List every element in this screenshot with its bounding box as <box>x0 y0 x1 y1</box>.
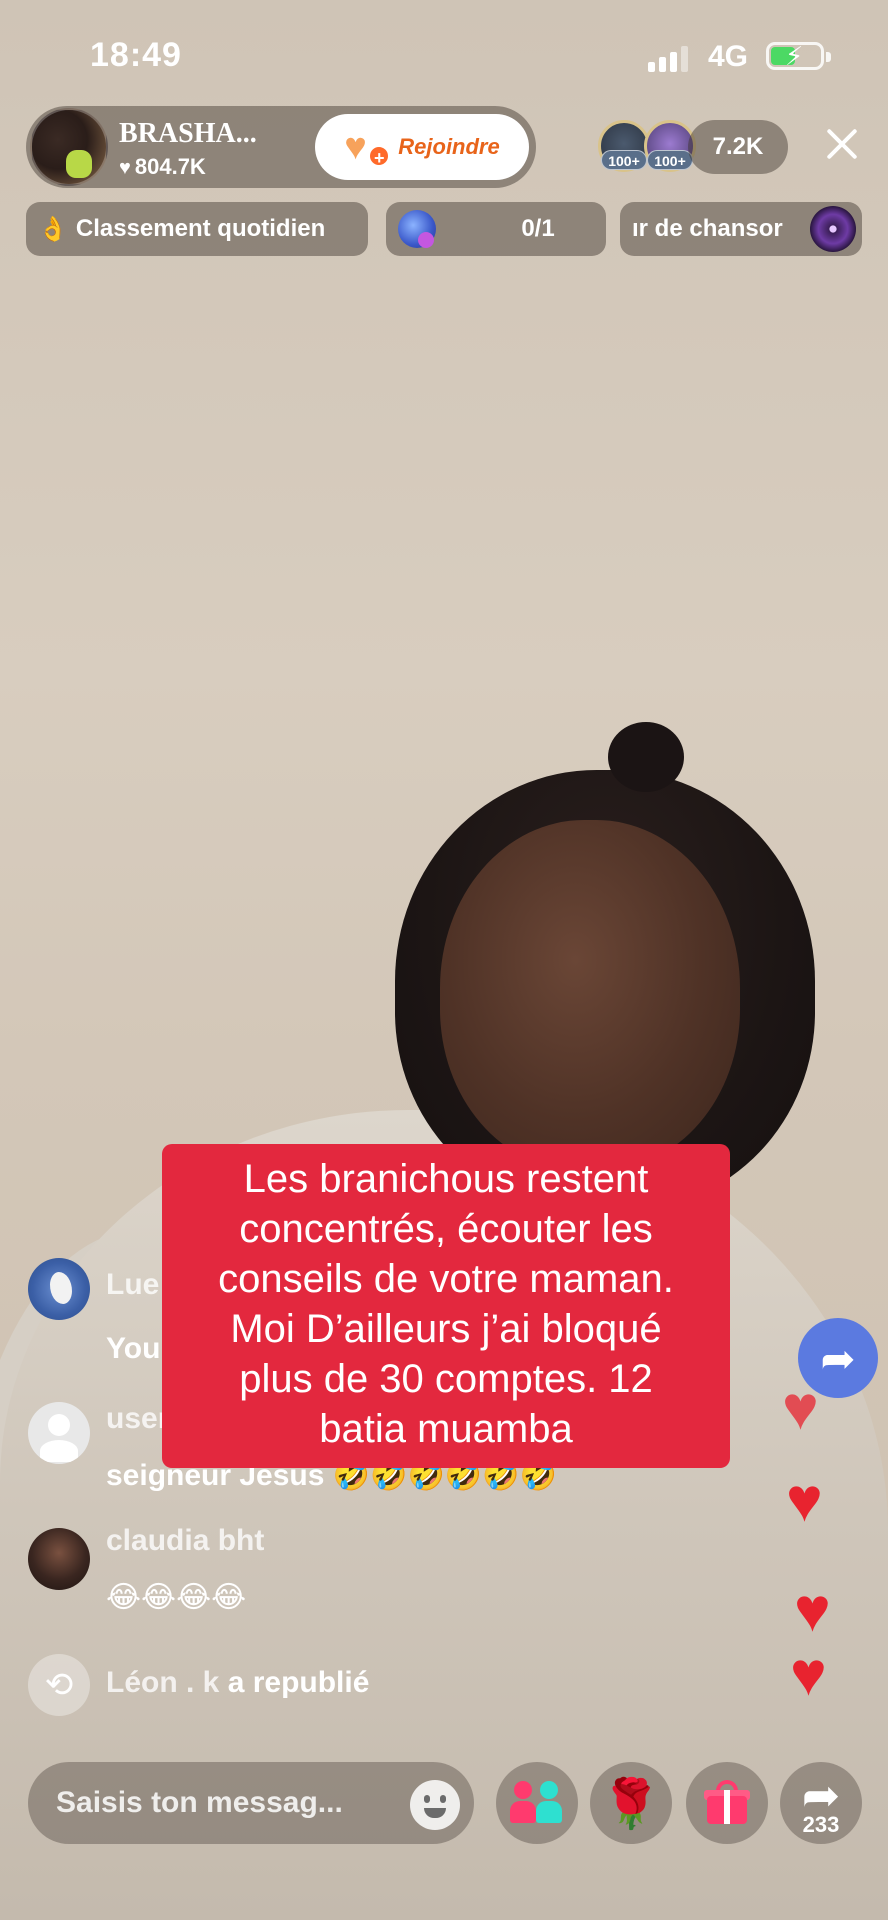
caption-overlay: Les branichous restent concentrés, écout… <box>162 1144 730 1468</box>
message-input[interactable] <box>28 1762 474 1844</box>
comment-avatar-2[interactable] <box>28 1402 90 1464</box>
join-label: Rejoindre <box>398 134 500 159</box>
caption-line-3: conseils de votre maman. <box>218 1257 674 1301</box>
rose-icon: 🌹 <box>601 1777 661 1831</box>
network-type: 4G <box>708 40 749 73</box>
fire-icon: 👌 <box>38 215 68 243</box>
daily-ranking-label: Classement quotidien <box>75 215 326 242</box>
gift-goal-progress: 0/1 <box>521 215 555 242</box>
repost-icon: ⟲ <box>28 1654 90 1716</box>
gift-box-icon <box>704 1780 750 1826</box>
viewer-count[interactable]: 7.2K <box>688 120 788 174</box>
floating-heart-icon: ♥ <box>790 1640 827 1709</box>
floating-heart-icon: ♥ <box>794 1576 831 1645</box>
host-avatar[interactable] <box>30 108 108 186</box>
repost-action: a republié <box>227 1666 370 1699</box>
song-request-label: ır de chansor <box>632 215 783 242</box>
join-button[interactable]: ♥ + Rejoindre <box>315 114 529 180</box>
gift-goal-chip[interactable]: 0/1 <box>386 202 606 256</box>
viewer-badge-2: 100+ <box>647 150 693 170</box>
comment-user-1[interactable]: Lue <box>106 1268 159 1302</box>
repost-notice: Léon . k a republié <box>106 1666 369 1700</box>
share-button[interactable]: ➦ 233 <box>780 1762 862 1844</box>
close-icon[interactable] <box>818 120 866 168</box>
gift-icon <box>398 210 436 248</box>
caption-line-5: plus de 30 comptes. 12 <box>239 1357 653 1401</box>
caption-line-4: Moi D’ailleurs j’ai bloqué <box>230 1307 662 1351</box>
host-info[interactable]: BRASHA... ♥ 804.7K ♥ + Rejoindre <box>26 106 536 188</box>
join-heart-icon: ♥ + <box>344 127 392 168</box>
caption-line-2: concentrés, écouter les <box>239 1207 653 1251</box>
comment-avatar-1[interactable] <box>28 1258 90 1320</box>
floating-heart-icon: ♥ <box>782 1374 819 1443</box>
battery-tip <box>826 52 831 62</box>
host-name: BRASHA... <box>119 118 257 149</box>
viewer-badge-1: 100+ <box>601 150 647 170</box>
emoji-icon[interactable] <box>410 1780 460 1830</box>
daily-ranking-chip[interactable]: 👌 Classement quotidien <box>26 202 368 256</box>
signal-icon <box>648 46 692 72</box>
comment-avatar-3[interactable] <box>28 1528 90 1590</box>
rose-gift-button[interactable]: 🌹 <box>590 1762 672 1844</box>
caption-box: Les branichous restent concentrés, écout… <box>162 1144 730 1468</box>
host-likes: ♥ 804.7K <box>119 154 206 180</box>
streamer-bun <box>608 722 684 792</box>
comment-text-3: 😂😂😂😂 <box>106 1581 247 1614</box>
streamer-face <box>440 820 740 1170</box>
multi-guest-icon <box>510 1781 564 1825</box>
battery-icon: ⚡ <box>766 41 824 71</box>
status-time: 18:49 <box>90 36 182 74</box>
heart-icon: ♥ <box>119 157 131 179</box>
floating-heart-icon: ♥ <box>786 1466 823 1535</box>
share-count: 233 <box>802 1812 840 1837</box>
status-bar: 18:49 4G ⚡ <box>0 0 888 100</box>
host-likes-count: 804.7K <box>134 154 206 179</box>
caption-line-1: Les branichous restent <box>243 1157 649 1201</box>
comment-text-1: You <box>106 1332 161 1365</box>
gift-button[interactable] <box>686 1762 768 1844</box>
disc-icon <box>810 206 856 252</box>
repost-user[interactable]: Léon . k <box>106 1666 219 1699</box>
song-request-chip[interactable]: ır de chansor <box>620 202 862 256</box>
caption-line-6: batia muamba <box>319 1407 573 1451</box>
comment-user-3[interactable]: claudia bht <box>106 1524 264 1558</box>
multi-guest-button[interactable] <box>496 1762 578 1844</box>
